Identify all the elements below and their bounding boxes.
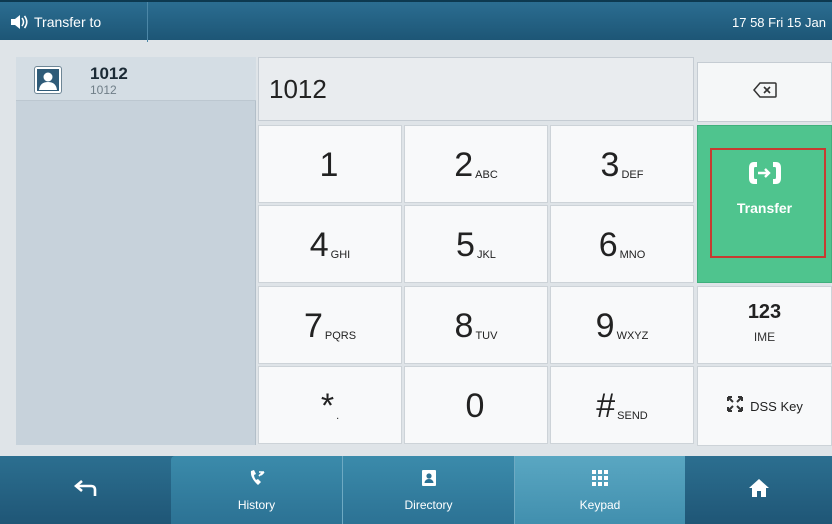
keypad-grid-icon [591,469,609,492]
back-arrow-icon [73,478,98,503]
status-bar: Transfer to 17 58 Fri 15 Jan [0,0,832,42]
key-0[interactable]: 0 [404,366,548,444]
status-datetime: 17 58 Fri 15 Jan [732,14,826,30]
key-hash[interactable]: # SEND [550,366,694,444]
key-9[interactable]: 9 WXYZ [550,286,694,364]
directory-icon [420,469,438,492]
key-5[interactable]: 5 JKL [404,205,548,283]
bottom-nav-bar: History Directory Keypad [0,456,832,524]
key-letters: WXYZ [616,330,649,342]
key-digit: 7 [303,307,323,345]
tab-keypad[interactable]: Keypad [515,456,685,524]
tab-history[interactable]: History [171,456,342,524]
key-digit: * [320,387,335,425]
transfer-button[interactable]: Transfer [697,125,832,283]
dial-input[interactable]: 1012 [258,57,694,121]
key-6[interactable]: 6 MNO [550,205,694,283]
key-digit: 6 [598,226,618,264]
contact-entry[interactable]: 1012 1012 [16,57,256,101]
key-digit: 0 [465,387,485,425]
speaker-icon [10,14,30,30]
phone-screen: Transfer to 17 58 Fri 15 Jan 1012 1012 1… [0,0,832,524]
key-8[interactable]: 8 TUV [404,286,548,364]
backspace-button[interactable] [697,62,832,122]
key-digit: 3 [600,146,620,184]
contact-panel: 1012 1012 [16,57,256,445]
tab-directory-label: Directory [404,497,453,512]
key-digit: 9 [595,307,615,345]
ime-mode: 123 [747,301,782,323]
key-digit: 5 [456,226,475,264]
contact-number: 1012 [90,83,117,97]
key-letters: SEND [617,410,648,422]
key-digit: 2 [454,146,474,184]
key-digit: 8 [454,307,474,345]
key-letters: ABC [475,169,498,181]
key-4[interactable]: 4 GHI [258,205,402,283]
key-letters: DEF [621,169,644,181]
status-title: Transfer to [34,14,102,30]
key-3[interactable]: 3 DEF [550,125,694,203]
key-digit: # [596,387,616,425]
transfer-label: Transfer [736,200,793,216]
tab-directory[interactable]: Directory [343,456,514,524]
dial-value: 1012 [269,73,327,104]
transfer-icon [748,160,782,191]
contact-name: 1012 [90,64,128,83]
key-digit: 4 [309,226,329,264]
key-digit: 1 [319,146,339,184]
key-letters: GHI [330,249,351,261]
dss-key-label: DSS Key [750,398,803,414]
dss-key-button[interactable]: DSS Key [697,366,832,446]
ime-label: IME [753,330,776,344]
key-letters: . [336,410,340,422]
home-icon [748,478,770,503]
home-button[interactable] [685,456,832,524]
ime-button[interactable]: 123 IME [697,286,832,364]
tab-history-label: History [237,497,276,512]
back-button[interactable] [0,456,171,524]
backspace-icon [752,81,777,103]
key-1[interactable]: 1 [258,125,402,203]
history-icon [248,469,266,492]
key-7[interactable]: 7 PQRS [258,286,402,364]
key-letters: TUV [475,330,498,342]
tab-keypad-label: Keypad [579,497,621,512]
status-title-cell: Transfer to [0,2,148,42]
key-letters: JKL [476,249,496,261]
expand-icon [726,395,744,418]
key-2[interactable]: 2 ABC [404,125,548,203]
key-star[interactable]: * . [258,366,402,444]
key-letters: PQRS [324,330,357,342]
contact-icon [34,66,62,94]
key-letters: MNO [619,249,646,261]
